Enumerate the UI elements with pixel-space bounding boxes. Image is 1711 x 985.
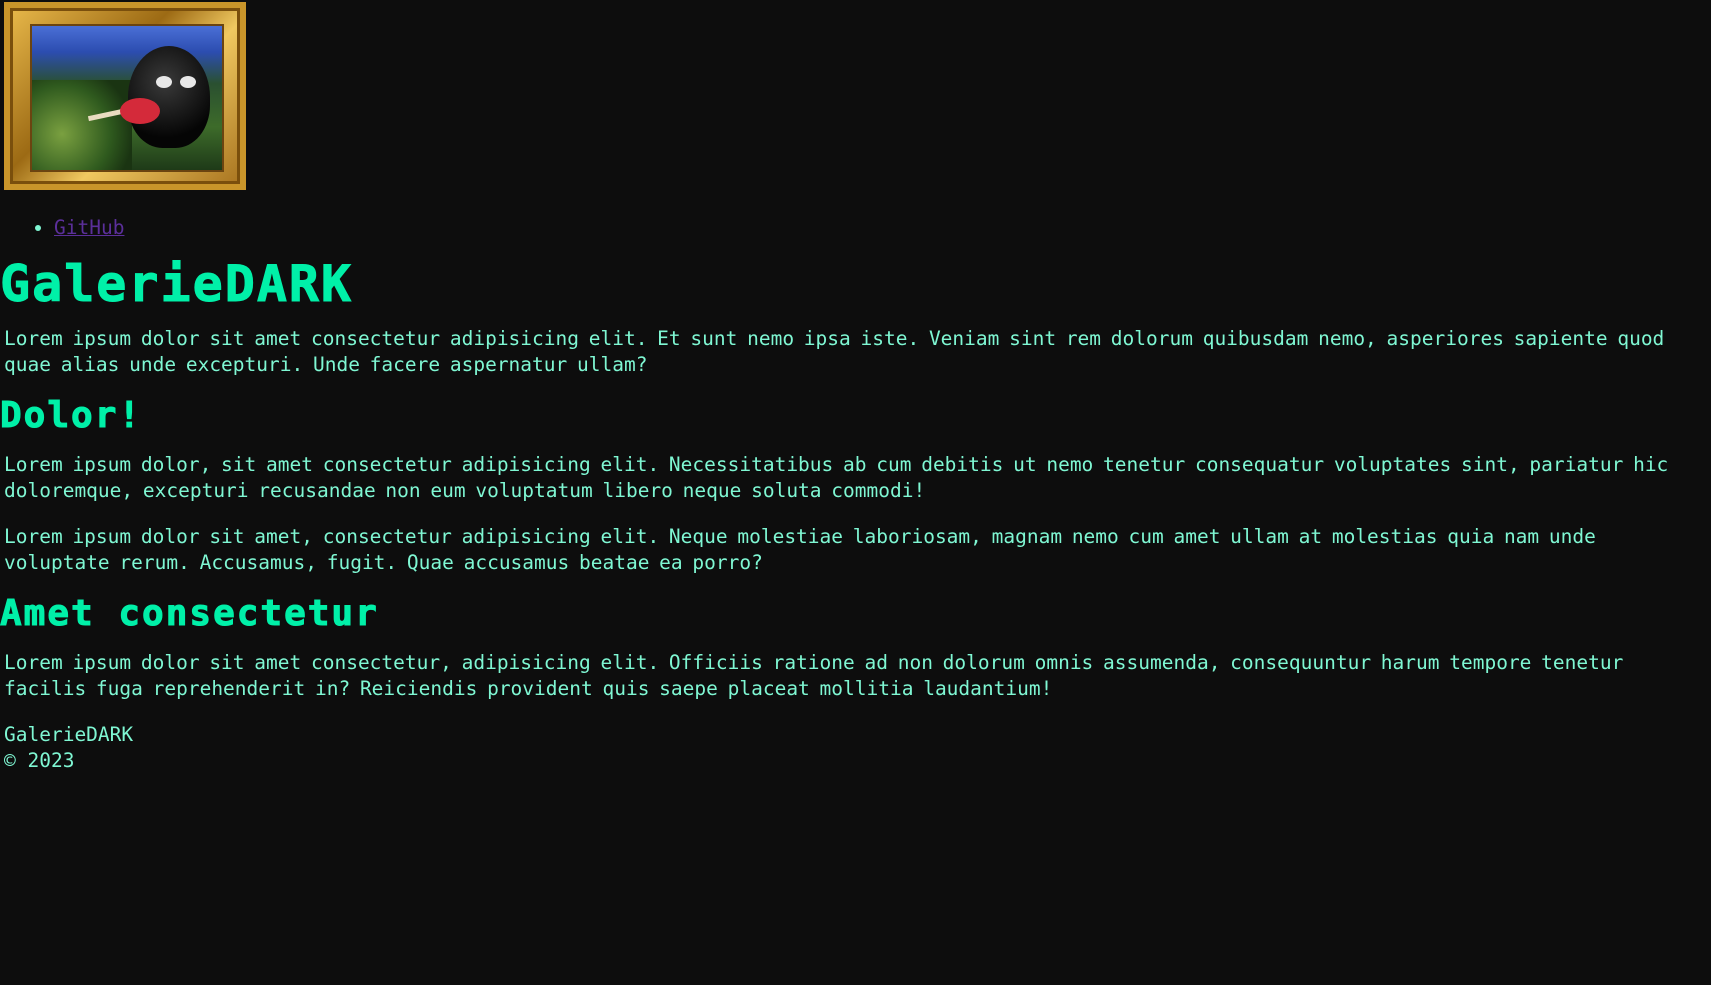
section2-paragraph-1: Lorem ipsum dolor sit amet consectetur, …	[4, 651, 1624, 700]
page-title: GalerieDARK	[0, 255, 354, 313]
section-heading-dolor: Dolor!	[0, 395, 143, 437]
penguin-eye-right	[180, 76, 196, 88]
main-content: GalerieDARK Lorem ipsum dolor sit amet c…	[0, 256, 1707, 774]
penguin-illustration	[87, 46, 210, 148]
penguin-eye-left	[156, 76, 172, 88]
plants-illustration	[32, 80, 132, 170]
nav-list: GitHub	[0, 215, 124, 241]
section1-paragraph-1: Lorem ipsum dolor, sit amet consectetur …	[4, 453, 1669, 502]
page-footer: GalerieDARK © 2023	[4, 722, 1707, 774]
main-nav: GitHub	[0, 215, 124, 241]
nav-item-github: GitHub	[54, 215, 124, 241]
section-heading-amet: Amet consectetur	[0, 593, 379, 635]
github-link[interactable]: GitHub	[54, 216, 124, 239]
penguin-beak	[120, 98, 160, 124]
section1-paragraph-2: Lorem ipsum dolor sit amet, consectetur …	[4, 525, 1596, 574]
intro-paragraph: Lorem ipsum dolor sit amet consectetur a…	[4, 327, 1665, 376]
logo-image-frame	[4, 2, 246, 190]
logo-image	[30, 24, 224, 172]
footer-copyright: © 2023	[4, 749, 75, 772]
footer-brand: GalerieDARK	[4, 723, 134, 746]
